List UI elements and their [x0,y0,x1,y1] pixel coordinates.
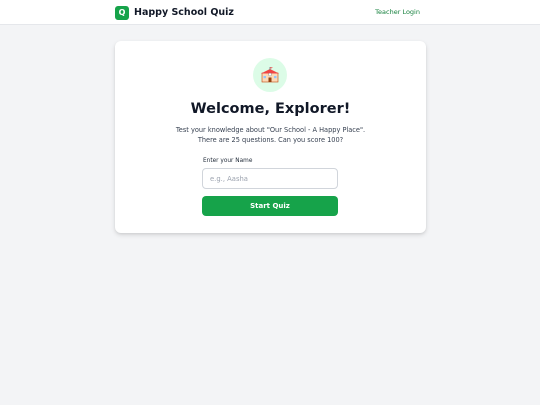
app-title: Happy School Quiz [134,7,234,18]
name-input[interactable] [202,168,338,189]
top-navbar: Q Happy School Quiz Teacher Login [0,0,540,25]
page-title: Welcome, Explorer! [190,101,351,117]
school-building-icon [253,58,287,92]
name-field-label: Enter your Name [203,158,253,164]
brand[interactable]: Q Happy School Quiz [115,5,234,20]
teacher-login-link[interactable]: Teacher Login [375,8,420,16]
quiz-description: Test your knowledge about "Our School - … [155,125,386,145]
quiz-logo-icon: Q [115,5,129,20]
welcome-card: Welcome, Explorer! Test your knowledge a… [115,41,426,233]
quiz-description-line-1: Test your knowledge about "Our School - … [175,126,366,134]
start-quiz-button[interactable]: Start Quiz [202,196,338,216]
quiz-description-line-2: There are 25 questions. Can you score 10… [197,136,344,144]
school-building-glyph [261,67,279,83]
